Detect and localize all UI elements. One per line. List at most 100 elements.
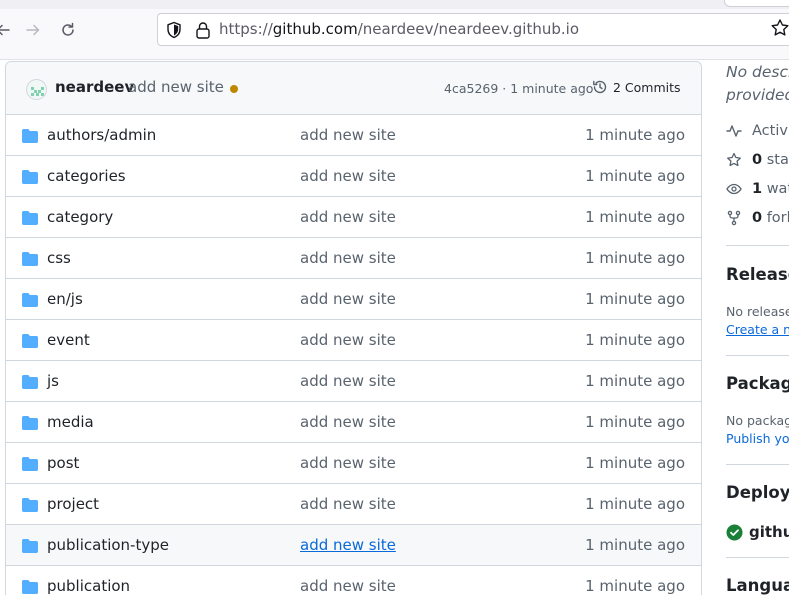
commit-status-dot-icon[interactable] [230,85,238,93]
commit-message-link[interactable]: add new site [300,413,396,431]
table-row[interactable]: authors/admin add new site 1 minute ago [6,115,701,156]
divider [726,245,789,246]
table-row[interactable]: js add new site 1 minute ago [6,361,701,402]
commit-message-link[interactable]: add new site [300,536,396,554]
file-name-link[interactable]: css [47,249,71,267]
commit-time: 1 minute ago [585,126,685,144]
commit-time: 1 minute ago [585,495,685,513]
commit-message-link[interactable]: add new site [300,577,396,595]
pulse-icon [726,125,742,137]
forks-label: fork [766,210,789,226]
table-row[interactable]: categories add new site 1 minute ago [6,156,701,197]
file-name-link[interactable]: event [47,331,90,349]
lock-icon[interactable] [194,20,212,44]
folder-icon [22,333,38,352]
folder-icon [22,210,38,229]
divider [726,355,789,356]
commit-message-link[interactable]: add new site [300,208,396,226]
commit-time: 1 minute ago [585,454,685,472]
tracking-protection-shield-icon[interactable] [165,21,183,43]
commit-time: 1 minute ago [585,331,685,349]
forward-button[interactable] [20,17,46,43]
table-row[interactable]: publication add new site 1 minute ago [6,566,701,595]
commit-time: 1 minute ago [585,167,685,185]
file-name-link[interactable]: post [47,454,79,472]
arrow-right-icon [26,24,40,36]
forks-link[interactable]: 0 fork [726,210,789,226]
activity-label: Activi [752,123,789,139]
commit-message-link[interactable]: add new site [128,78,224,96]
commit-message-link[interactable]: add new site [300,331,396,349]
file-list-box: neardeev add new site 4ca5269 · 1 minute… [5,61,702,595]
watchers-label: wat [766,181,789,197]
watchers-link[interactable]: 1 wat [726,181,789,197]
table-row[interactable]: media add new site 1 minute ago [6,402,701,443]
back-button[interactable] [0,17,16,43]
star-icon [727,152,741,167]
commits-history-button[interactable]: 2 Commits [592,79,681,95]
url-text: https://github.com/neardeev/neardeev.git… [219,20,579,38]
deployment-env-name: github [749,523,789,541]
table-row[interactable]: category add new site 1 minute ago [6,197,701,238]
reload-button[interactable] [55,17,81,43]
avatar[interactable] [26,79,47,100]
file-name-link[interactable]: publication-type [47,536,169,554]
address-bar[interactable]: https://github.com/neardeev/neardeev.git… [157,13,789,46]
table-row[interactable]: post add new site 1 minute ago [6,443,701,484]
packages-heading[interactable]: Package [726,374,789,393]
file-name-link[interactable]: categories [47,167,126,185]
about-description-line1: No descr [726,63,789,81]
file-name-link[interactable]: en/js [47,290,83,308]
table-row[interactable]: css add new site 1 minute ago [6,238,701,279]
browser-toolbar: https://github.com/neardeev/neardeev.git… [0,0,789,60]
commit-time: 1 minute ago [585,577,685,595]
commit-time: 1 minute ago [585,290,685,308]
reload-icon [62,22,74,36]
file-name-link[interactable]: media [47,413,94,431]
create-release-link[interactable]: Create a ne [726,322,789,337]
arrow-left-icon [0,24,10,36]
commit-time: 1 minute ago [585,413,685,431]
stars-label: star [766,152,789,168]
folder-icon [22,538,38,557]
commit-message-link[interactable]: add new site [300,372,396,390]
commit-message-link[interactable]: add new site [300,126,396,144]
releases-heading[interactable]: Releases [726,265,789,284]
folder-icon [22,169,38,188]
browser-tab-edge[interactable] [724,0,789,7]
stars-count: 0 [752,152,763,168]
bookmark-star-button[interactable] [770,18,789,42]
deployments-heading[interactable]: Deploym [726,483,789,502]
publish-package-link[interactable]: Publish you [726,431,789,446]
table-row[interactable]: publication-type add new site 1 minute ago [6,525,701,566]
table-row[interactable]: en/js add new site 1 minute ago [6,279,701,320]
commits-count-label: 2 Commits [613,79,681,95]
table-row[interactable]: event add new site 1 minute ago [6,320,701,361]
commit-message-link[interactable]: add new site [300,495,396,513]
deployment-item[interactable]: github [726,523,789,541]
commit-time: 1 minute ago [585,208,685,226]
file-name-link[interactable]: js [47,372,59,390]
folder-icon [22,456,38,475]
commit-author-link[interactable]: neardeev [55,78,134,96]
divider [726,557,789,558]
releases-empty-text: No releases [726,304,789,319]
file-name-link[interactable]: category [47,208,113,226]
stars-link[interactable]: 0 star [726,152,789,168]
watchers-count: 1 [752,181,763,197]
fork-icon [727,210,741,226]
activity-link[interactable]: Activi [726,123,789,139]
commit-hash-time[interactable]: 4ca5269 · 1 minute ago [444,81,593,96]
star-icon [771,19,789,36]
folder-icon [22,292,38,311]
commit-message-link[interactable]: add new site [300,290,396,308]
file-name-link[interactable]: authors/admin [47,126,156,144]
table-row[interactable]: project add new site 1 minute ago [6,484,701,525]
file-name-link[interactable]: publication [47,577,130,595]
languages-heading: Languag [726,576,789,595]
divider [726,464,789,465]
commit-message-link[interactable]: add new site [300,167,396,185]
commit-message-link[interactable]: add new site [300,454,396,472]
commit-message-link[interactable]: add new site [300,249,396,267]
file-name-link[interactable]: project [47,495,99,513]
